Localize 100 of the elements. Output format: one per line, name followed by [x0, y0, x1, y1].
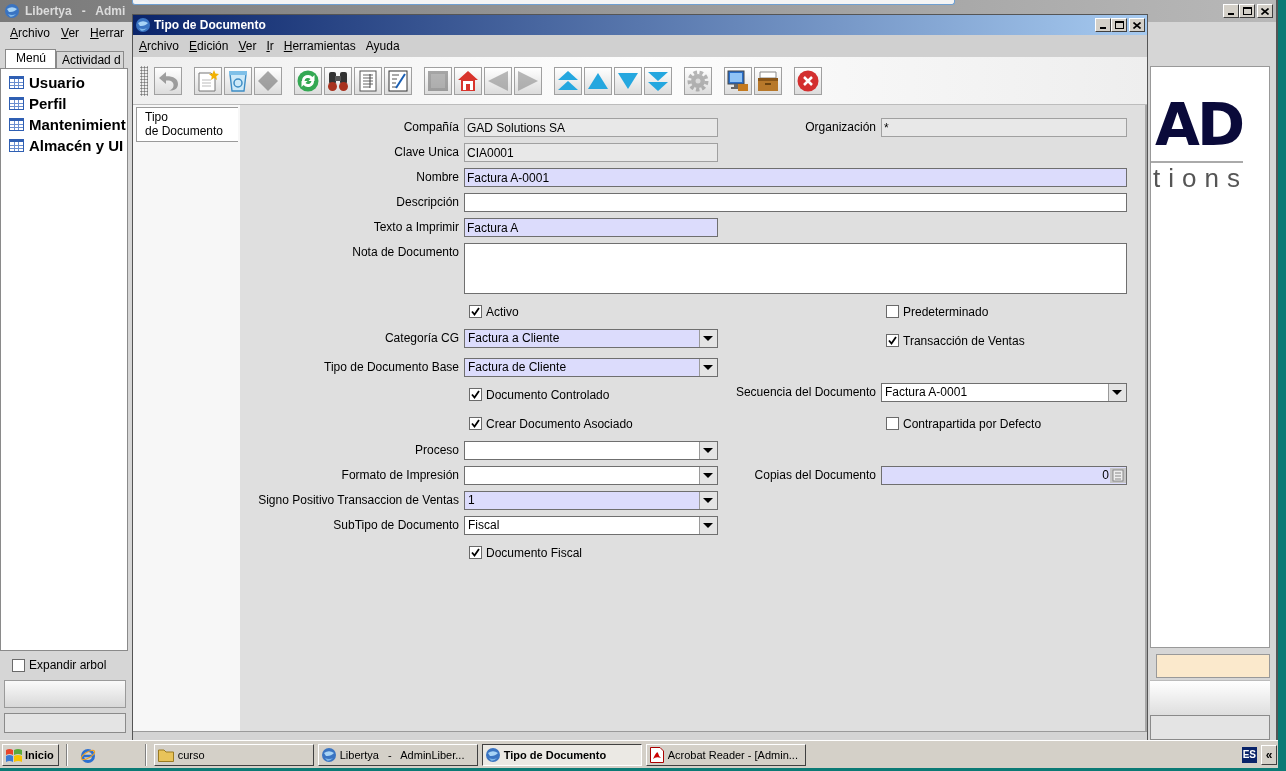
- menu-item[interactable]: Herrar: [85, 24, 131, 42]
- checkbox[interactable]: Crear Documento Asociado: [464, 412, 718, 435]
- dropdown-field[interactable]: [464, 441, 718, 460]
- trash-bin-icon: [227, 69, 249, 92]
- document-lines-icon: [357, 69, 379, 92]
- taskbar-button[interactable]: Tipo de Documento: [481, 743, 642, 766]
- globe-icon: [321, 747, 336, 762]
- language-indicator[interactable]: ES: [1241, 746, 1257, 763]
- toolbar-button[interactable]: [754, 66, 782, 95]
- gear-icon: [687, 69, 709, 92]
- start-button[interactable]: Inicio: [2, 743, 59, 766]
- taskbar-button[interactable]: Libertya - AdminLiber...: [317, 743, 478, 766]
- globe-icon: [485, 747, 500, 762]
- window-title: Libertya - Admi: [25, 4, 127, 18]
- maximize-icon: [1242, 7, 1252, 15]
- minimize-button[interactable]: [1095, 18, 1111, 32]
- taskbar-button[interactable]: Acrobat Reader - [Admin...: [645, 743, 806, 766]
- text-area-field[interactable]: [464, 243, 1127, 294]
- tree-item[interactable]: Perfil: [9, 94, 127, 112]
- document-icon: [649, 746, 664, 763]
- checkbox[interactable]: Predeterminado: [881, 300, 1127, 323]
- calculator-icon: [1110, 468, 1126, 483]
- house-icon: [457, 69, 479, 92]
- new-document-icon: [197, 69, 219, 92]
- caret-down-icon: [1108, 384, 1126, 401]
- double-up-arrow-icon: [557, 69, 579, 92]
- minimize-icon: [1228, 13, 1234, 15]
- caret-down-icon: [699, 492, 717, 509]
- checkbox[interactable]: Documento Fiscal: [464, 541, 718, 564]
- dropdown-field[interactable]: Factura a Cliente: [464, 329, 718, 348]
- dropdown-field[interactable]: Factura A-0001: [881, 383, 1127, 402]
- text-field[interactable]: Factura A-0001: [464, 168, 1127, 187]
- field-label: Proceso: [413, 442, 459, 459]
- menu-item[interactable]: Archivo: [5, 24, 57, 42]
- field-label: Tipo de Documento Base: [323, 359, 459, 376]
- menu-item[interactable]: Herramientas: [278, 37, 361, 55]
- close-icon: [1133, 21, 1141, 29]
- text-field[interactable]: GAD Solutions SA: [464, 118, 718, 137]
- tab[interactable]: Tipo de Documento: [136, 107, 238, 142]
- dropdown-field[interactable]: Fiscal: [464, 516, 718, 535]
- text-field[interactable]: *: [881, 118, 1127, 137]
- dropdown-field[interactable]: 1: [464, 491, 718, 510]
- toolbar-button[interactable]: [324, 66, 352, 95]
- toolbar-grip[interactable]: [140, 65, 148, 96]
- field-label: Secuencia del Documento: [734, 384, 876, 401]
- menu-item[interactable]: Ayuda: [360, 37, 405, 55]
- input-field[interactable]: [1156, 654, 1270, 678]
- toolbar-button[interactable]: [384, 66, 412, 95]
- dropdown-field[interactable]: Factura de Cliente: [464, 358, 718, 377]
- caret-down-icon: [699, 330, 717, 347]
- table-icon: [9, 96, 24, 110]
- field-label: Nota de Documento: [351, 244, 459, 261]
- tree-item[interactable]: Usuario: [9, 73, 127, 91]
- minimize-button[interactable]: [1223, 4, 1239, 18]
- field-label: Clave Unica: [393, 144, 459, 161]
- field-label: Signo Positivo Transaccion de Ventas: [257, 492, 459, 509]
- archive-box-icon: [757, 69, 779, 92]
- caret-down-icon: [699, 467, 717, 484]
- tab[interactable]: Menú: [5, 49, 57, 68]
- field-label: Categoría CG: [383, 330, 459, 347]
- dropdown-field[interactable]: [464, 466, 718, 485]
- tab[interactable]: Actividad d: [56, 51, 124, 68]
- checkbox[interactable]: Transacción de Ventas: [881, 329, 1127, 352]
- checkbox[interactable]: Contrapartida por Defecto: [881, 412, 1127, 435]
- menu-item[interactable]: Archivo: [134, 37, 185, 55]
- text-field[interactable]: [464, 193, 1127, 212]
- expand-tray-button[interactable]: «: [1261, 744, 1277, 765]
- field-label: Formato de Impresión: [340, 467, 459, 484]
- undo-arrow-icon: [157, 69, 179, 92]
- checkbox[interactable]: Expandir arbol: [7, 653, 107, 677]
- number-field[interactable]: 0: [881, 466, 1127, 485]
- maximize-button[interactable]: [1239, 4, 1255, 18]
- close-button[interactable]: [1257, 4, 1273, 18]
- field-label: Organización: [804, 119, 876, 136]
- menu-item[interactable]: Ver: [233, 37, 262, 55]
- caret-down-icon: [699, 359, 717, 376]
- checkbox[interactable]: Activo: [464, 300, 718, 323]
- diamond-icon: [257, 69, 279, 92]
- close-icon: [797, 69, 819, 92]
- field-label: Copias del Documento: [753, 467, 876, 484]
- table-icon: [9, 75, 24, 89]
- maximize-button[interactable]: [1111, 18, 1127, 32]
- taskbar-button[interactable]: curso: [153, 743, 314, 766]
- close-button[interactable]: [1129, 18, 1145, 32]
- checkbox[interactable]: Documento Controlado: [464, 383, 718, 406]
- field-label: SubTipo de Documento: [332, 517, 459, 534]
- table-icon: [9, 138, 24, 152]
- tree-item[interactable]: Almacén y UI: [9, 136, 127, 154]
- orbit-icon[interactable]: [79, 746, 96, 763]
- caret-down-icon: [699, 517, 717, 534]
- text-field[interactable]: Factura A: [464, 218, 718, 237]
- globe-icon: [136, 18, 150, 32]
- menu-item[interactable]: Edición: [184, 37, 234, 55]
- toolbar-button[interactable]: [724, 66, 752, 95]
- logo-text: AD: [1154, 97, 1244, 153]
- tree-item[interactable]: Mantenimient: [9, 115, 127, 133]
- text-field[interactable]: CIA0001: [464, 143, 718, 162]
- refresh-icon: [297, 69, 319, 92]
- menu-item[interactable]: Ver: [56, 24, 86, 42]
- menu-item[interactable]: Ir: [261, 37, 279, 55]
